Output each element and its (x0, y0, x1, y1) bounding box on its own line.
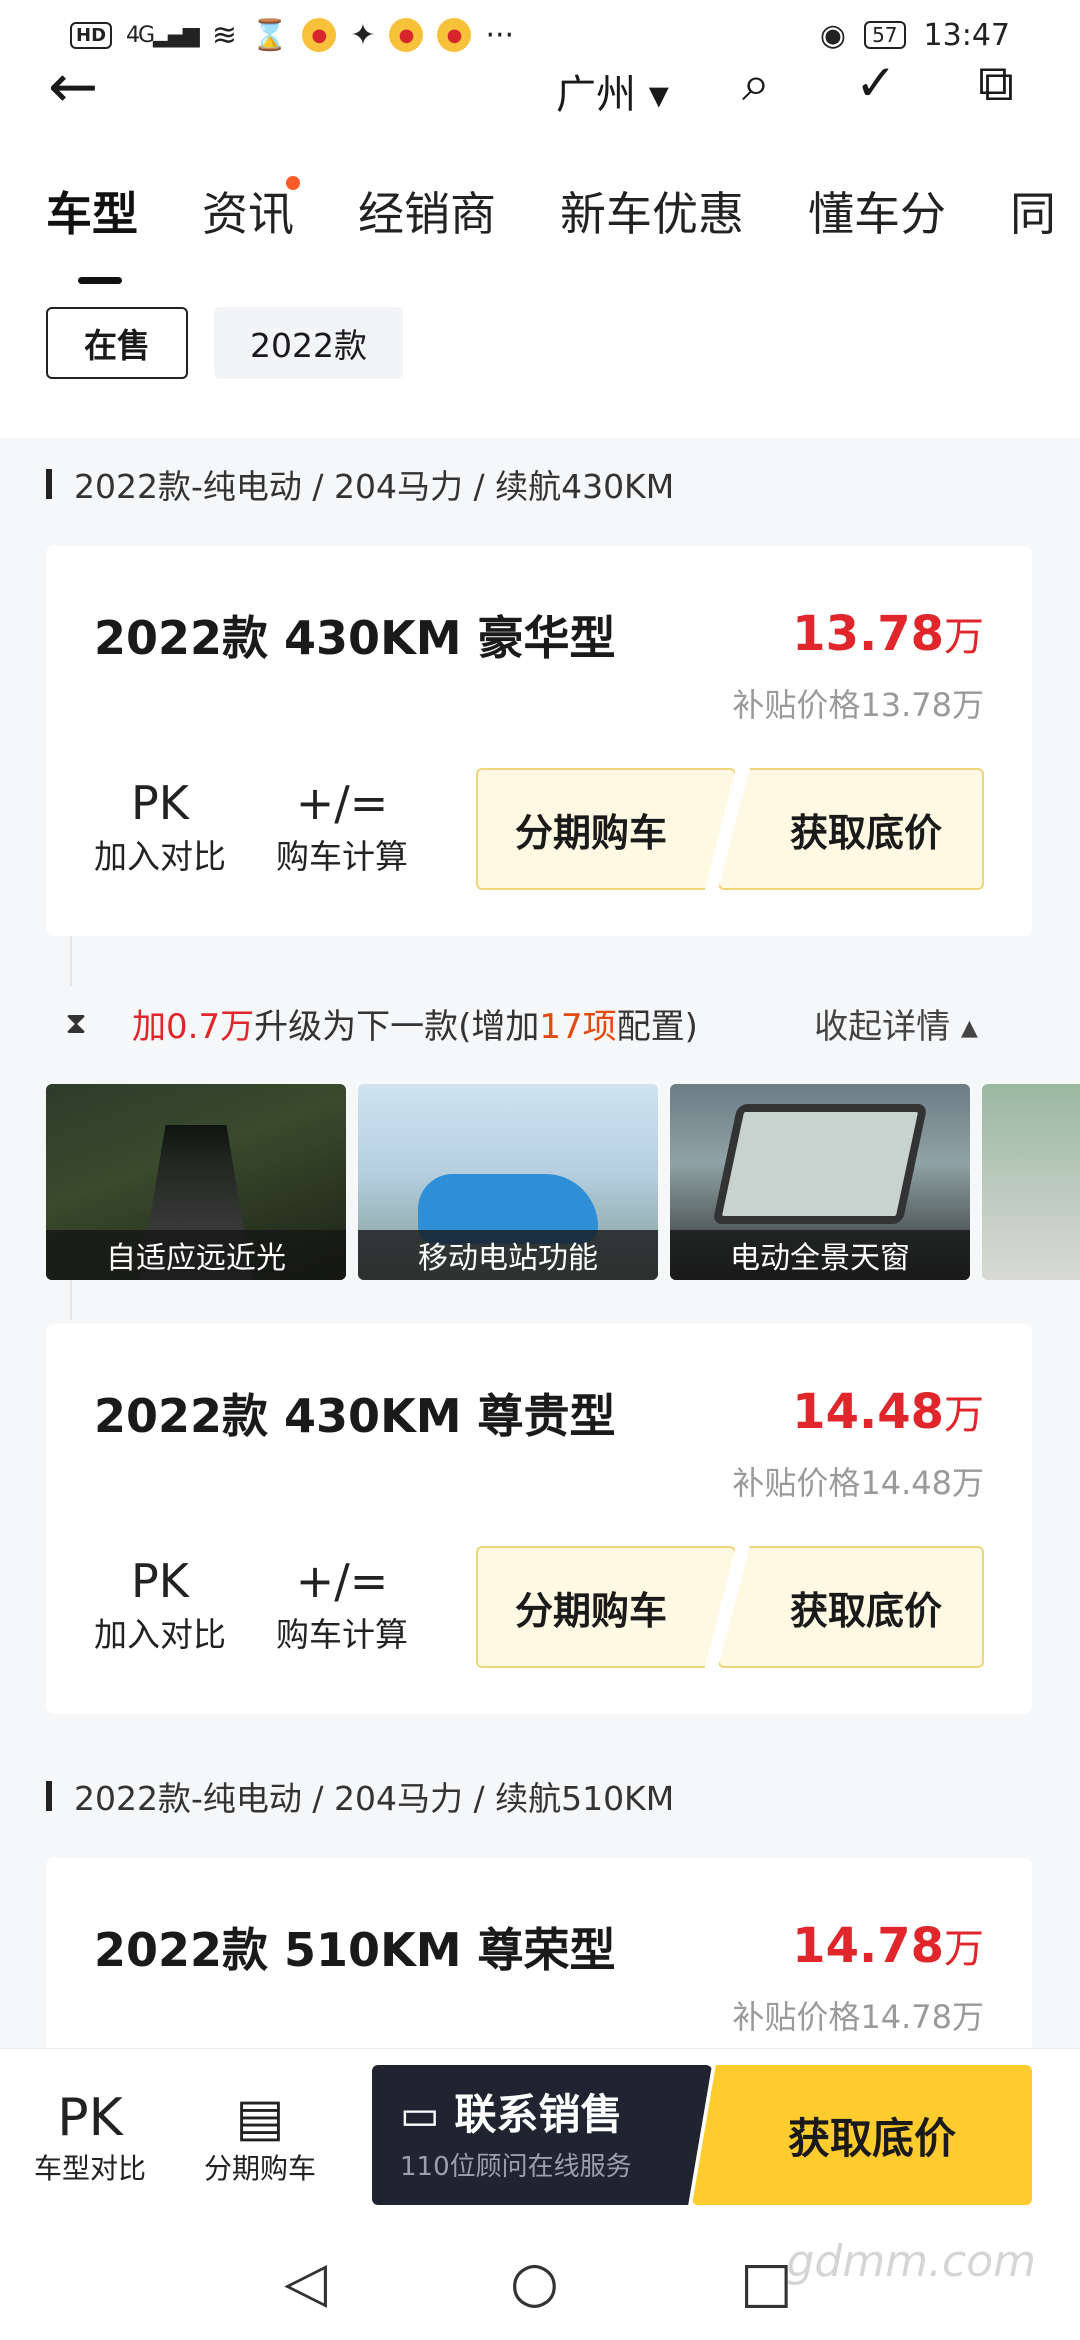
wifi-icon: ≋ (211, 17, 237, 53)
subsidy-price: 补贴价格14.48万 (732, 1464, 984, 1502)
add-compare-button[interactable]: PK 加入对比 (94, 1554, 226, 1656)
bottom-action-bar: PK 车型对比 ▤ 分期购车 ▭ 联系销售 110位顾问在线服务 获取底价 (0, 2048, 1080, 2226)
hourglass-icon: ⌛ (250, 17, 289, 53)
car-calc-button[interactable]: +/= 购车计算 (276, 1554, 408, 1656)
top-nav: ← 广州 ▾ ⌕ ✓ ⧉ (0, 56, 1080, 126)
model-title: 2022款 430KM 尊贵型 (94, 1389, 616, 1443)
battery-icon: 57 (864, 21, 906, 49)
nav-recents-icon[interactable]: □ (740, 2250, 793, 2315)
pk-icon: PK (131, 1554, 189, 1608)
weibo-icon: ● (302, 18, 337, 52)
pk-icon: PK (131, 776, 189, 830)
feature-card[interactable] (982, 1084, 1080, 1280)
installment-nav-button[interactable]: ▤ 分期购车 (204, 2089, 316, 2187)
city-selector[interactable]: 广州 ▾ (556, 62, 669, 120)
compare-models-button[interactable]: PK 车型对比 (34, 2089, 146, 2187)
hd-badge: HD (70, 21, 113, 49)
calculator-icon: +/= (295, 776, 389, 830)
group-header: 2022款-纯电动 / 204马力 / 续航510KM (46, 1772, 674, 1820)
get-price-button[interactable]: 获取底价 (718, 768, 984, 890)
subsidy-price: 补贴价格13.78万 (732, 686, 984, 724)
feature-card[interactable]: 电动全景天窗 (670, 1084, 970, 1280)
installment-button[interactable]: 分期购车 (476, 1546, 736, 1668)
weibo-icon: ● (437, 18, 472, 52)
model-price: 14.48万 (792, 1384, 984, 1440)
chat-icon: ▭ (400, 2090, 440, 2139)
tab-models[interactable]: 车型 (46, 178, 138, 284)
clock-time: 13:47 (923, 17, 1010, 53)
tab-more[interactable]: 同 (1010, 178, 1056, 244)
model-title: 2022款 430KM 豪华型 (94, 611, 616, 665)
model-price: 13.78万 (792, 606, 984, 662)
more-dots: ··· (485, 17, 515, 53)
feature-card[interactable]: 移动电站功能 (358, 1084, 658, 1280)
nav-back-icon[interactable]: ◁ (284, 2250, 327, 2315)
model-list: 2022款-纯电动 / 204马力 / 续航430KM 2022款 430KM … (0, 438, 1080, 2248)
filter-2022[interactable]: 2022款 (214, 307, 403, 379)
model-card[interactable]: 2022款 430KM 尊贵型 14.48万 补贴价格14.48万 PK 加入对比… (46, 1324, 1032, 1714)
model-title: 2022款 510KM 尊荣型 (94, 1923, 616, 1977)
add-compare-button[interactable]: PK 加入对比 (94, 776, 226, 878)
filter-chips: 在售 2022款 (46, 307, 403, 379)
upgrade-text: 加0.7万升级为下一款(增加17项配置) (132, 1006, 698, 1047)
search-icon[interactable]: ⌕ (726, 58, 786, 114)
tab-score[interactable]: 懂车分 (808, 178, 946, 244)
subsidy-price: 补贴价格14.78万 (732, 1998, 984, 2036)
back-arrow-icon[interactable]: ← (48, 57, 98, 117)
get-price-cta[interactable]: 获取底价 (692, 2065, 1032, 2205)
tab-news[interactable]: 资讯 (202, 176, 300, 244)
share-icon[interactable]: ⧉ (966, 58, 1026, 114)
notification-dot (286, 176, 300, 190)
signal-icon: 4G▂▄▆ (126, 22, 200, 48)
tab-dealers[interactable]: 经销商 (358, 178, 496, 244)
pk-icon: PK (57, 2088, 123, 2148)
upgrade-row[interactable]: ⧗ 加0.7万升级为下一款(增加17项配置) 收起详情 ▴ (46, 968, 1032, 1078)
alipay-icon: ✦ (350, 17, 376, 53)
installment-button[interactable]: 分期购车 (476, 768, 736, 890)
contact-sales-button[interactable]: ▭ 联系销售 110位顾问在线服务 (372, 2065, 712, 2205)
divider (70, 1280, 72, 1320)
eye-icon: ◉ (819, 17, 847, 53)
model-price: 14.78万 (792, 1918, 984, 1974)
installment-icon: ▤ (235, 2088, 285, 2148)
watermark: gdmm.com (786, 2236, 1036, 2287)
tab-bar: 车型 资讯 经销商 新车优惠 懂车分 同 (46, 176, 1056, 284)
feature-strip[interactable]: 自适应远近光 移动电站功能 电动全景天窗 (46, 1084, 1080, 1280)
nav-home-icon[interactable]: ○ (510, 2250, 559, 2315)
filter-on-sale[interactable]: 在售 (46, 307, 188, 379)
weibo-icon: ● (389, 18, 424, 52)
model-card[interactable]: 2022款 430KM 豪华型 13.78万 补贴价格13.78万 PK 加入对比… (46, 546, 1032, 936)
collapse-details-button[interactable]: 收起详情 ▴ (814, 999, 978, 1048)
tab-deals[interactable]: 新车优惠 (560, 178, 744, 244)
hourglass-icon: ⧗ (65, 1005, 87, 1041)
calculator-icon: +/= (295, 1554, 389, 1608)
check-icon[interactable]: ✓ (846, 58, 906, 114)
group-header: 2022款-纯电动 / 204马力 / 续航430KM (46, 460, 674, 508)
car-calc-button[interactable]: +/= 购车计算 (276, 776, 408, 878)
feature-card[interactable]: 自适应远近光 (46, 1084, 346, 1280)
get-price-button[interactable]: 获取底价 (718, 1546, 984, 1668)
